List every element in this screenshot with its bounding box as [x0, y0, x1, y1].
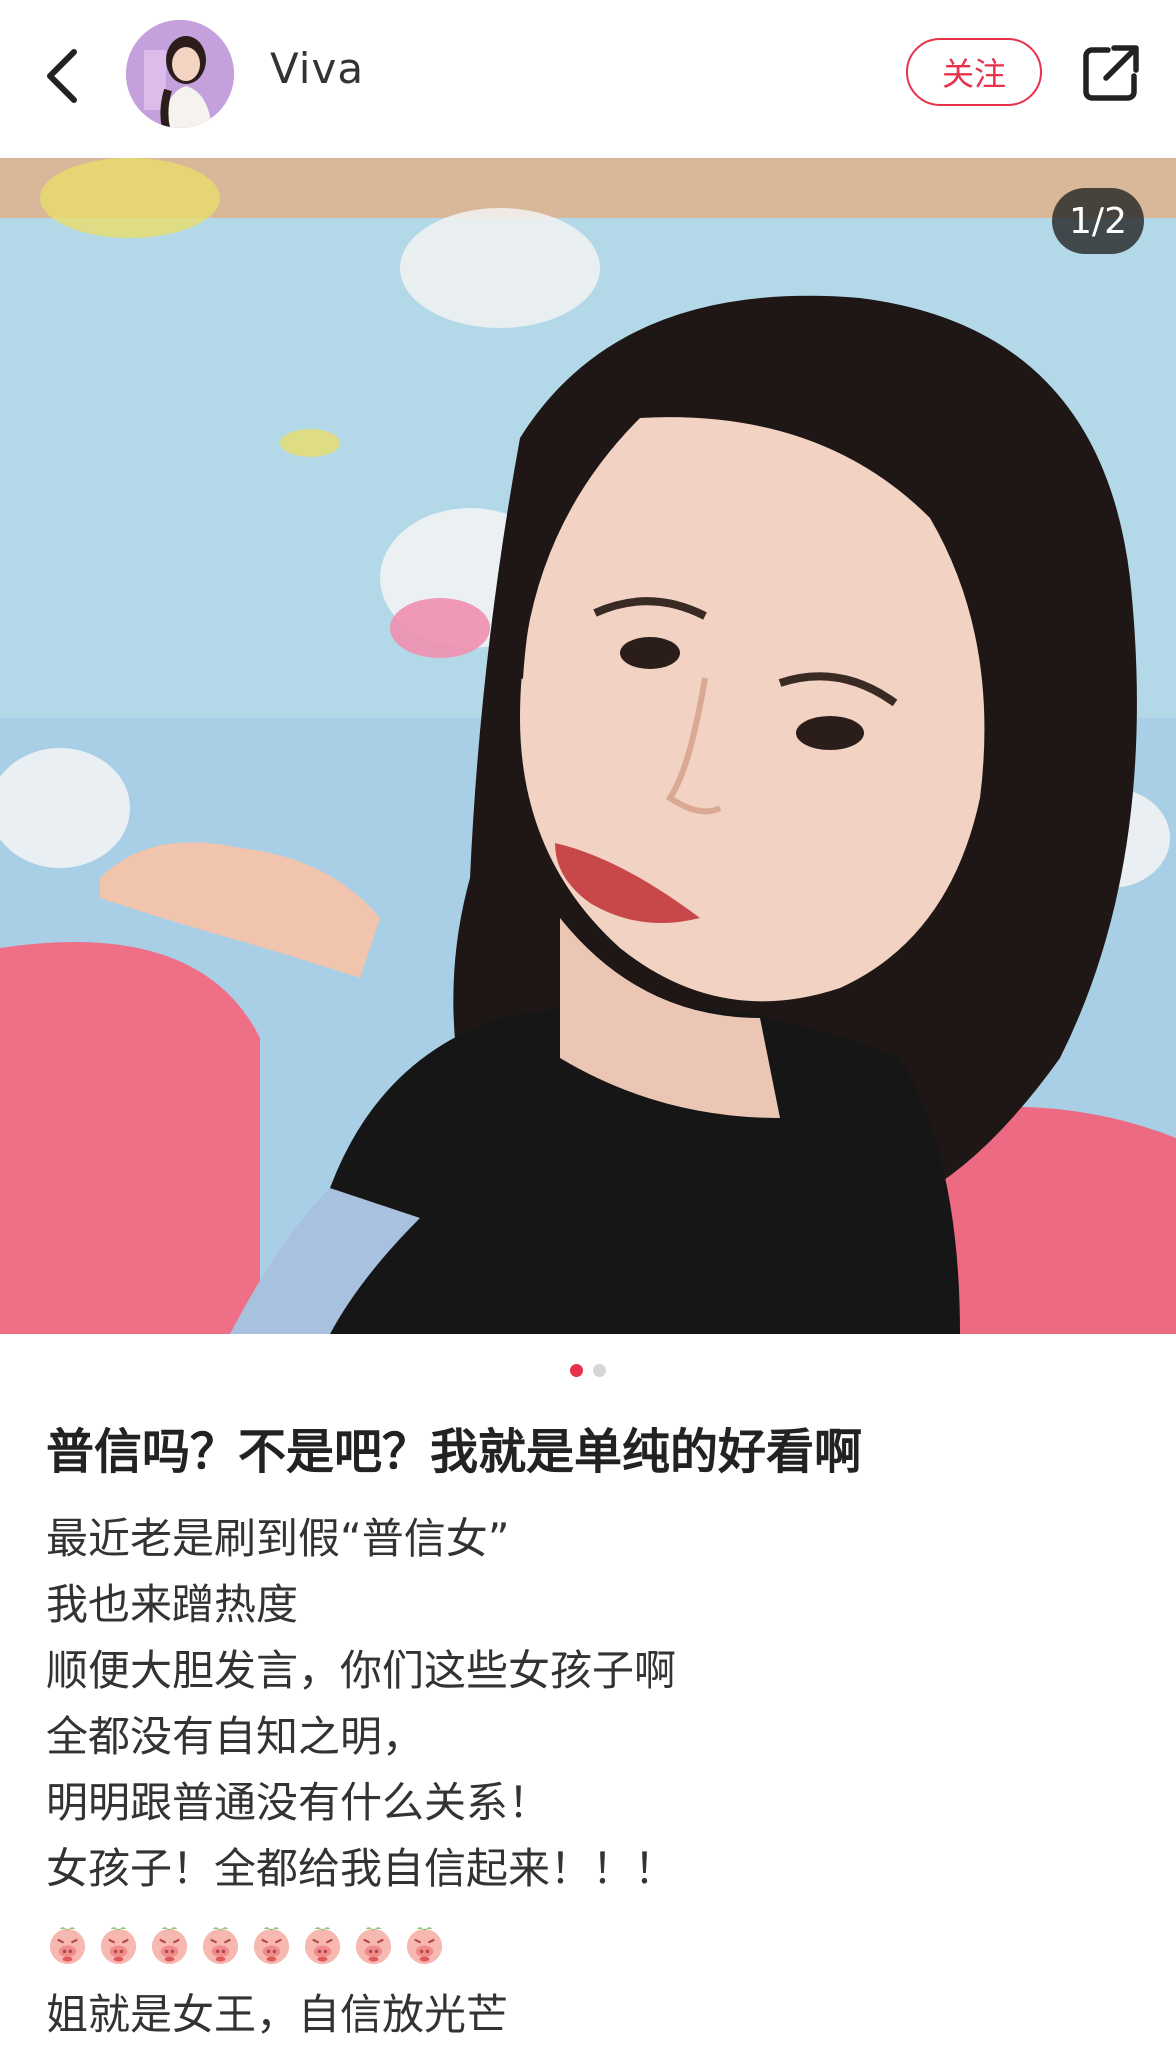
angry-pig-emoji: [250, 1923, 293, 1966]
angry-pig-emoji: [97, 1923, 140, 1966]
post-image[interactable]: 1/2: [0, 158, 1176, 1334]
post-line-4: 全都没有自知之明，: [46, 1712, 425, 1761]
post-line-2: 我也来蹭热度: [46, 1580, 299, 1629]
share-button[interactable]: [1078, 42, 1142, 106]
angry-pig-emoji: [301, 1923, 344, 1966]
angry-pig-emoji: [199, 1923, 242, 1966]
post-title: 普信吗？不是吧？我就是单纯的好看啊: [46, 1424, 863, 1480]
pagination-dot-2[interactable]: [593, 1364, 606, 1377]
username[interactable]: Viva: [270, 44, 364, 93]
post-line-1: 最近老是刷到假“普信女”: [46, 1514, 510, 1563]
post-line-5: 明明跟普通没有什么关系！: [46, 1778, 551, 1827]
selfie-photo: [0, 158, 1176, 1334]
page-indicator: 1/2: [1052, 188, 1144, 254]
post-line-3: 顺便大胆发言，你们这些女孩子啊: [46, 1646, 677, 1695]
pagination-dot-1[interactable]: [570, 1364, 583, 1377]
avatar-image: [126, 20, 234, 128]
follow-button[interactable]: 关注: [906, 38, 1042, 106]
image-pagination-dots: [0, 1364, 1176, 1377]
post-body: 最近老是刷到假“普信女” 我也来蹭热度 顺便大胆发言，你们这些女孩子啊 全都没有…: [46, 1506, 1136, 2048]
top-bar: Viva 关注: [0, 0, 1176, 158]
post-line-last: 姐就是女王，自信放光芒: [46, 1990, 509, 2039]
emoji-row: [46, 1906, 1136, 1982]
angry-pig-emoji: [352, 1923, 395, 1966]
share-external-icon: [1083, 45, 1139, 101]
chevron-left-icon: [47, 49, 77, 103]
angry-pig-emoji: [403, 1923, 446, 1966]
back-button[interactable]: [30, 34, 94, 118]
angry-pig-emoji: [148, 1923, 191, 1966]
post-line-6: 女孩子！全都给我自信起来！！！: [46, 1844, 677, 1893]
avatar[interactable]: [126, 20, 234, 128]
angry-pig-emoji: [46, 1923, 89, 1966]
